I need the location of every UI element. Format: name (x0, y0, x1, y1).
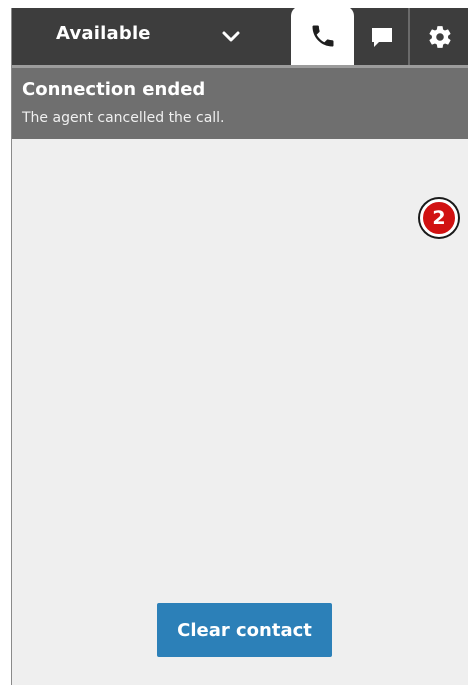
agent-status-dropdown[interactable]: Available (12, 8, 284, 65)
chat-icon (372, 27, 392, 47)
agent-status-label: Available (56, 23, 151, 44)
connection-status-banner: Connection ended The agent cancelled the… (12, 65, 468, 139)
top-bar: Available (12, 8, 468, 65)
clear-contact-button[interactable]: Clear contact (157, 603, 332, 657)
contact-control-panel: Available Connection ended The agent can… (11, 8, 468, 685)
tab-chat[interactable] (356, 8, 410, 65)
tab-phone[interactable] (291, 8, 354, 65)
phone-icon (312, 25, 333, 46)
chevron-down-icon (222, 31, 240, 42)
banner-subtitle: The agent cancelled the call. (22, 110, 225, 126)
gear-icon (428, 25, 451, 48)
tab-settings[interactable] (410, 8, 468, 65)
step-callout-badge: 2 (420, 199, 458, 237)
banner-title: Connection ended (22, 79, 206, 100)
